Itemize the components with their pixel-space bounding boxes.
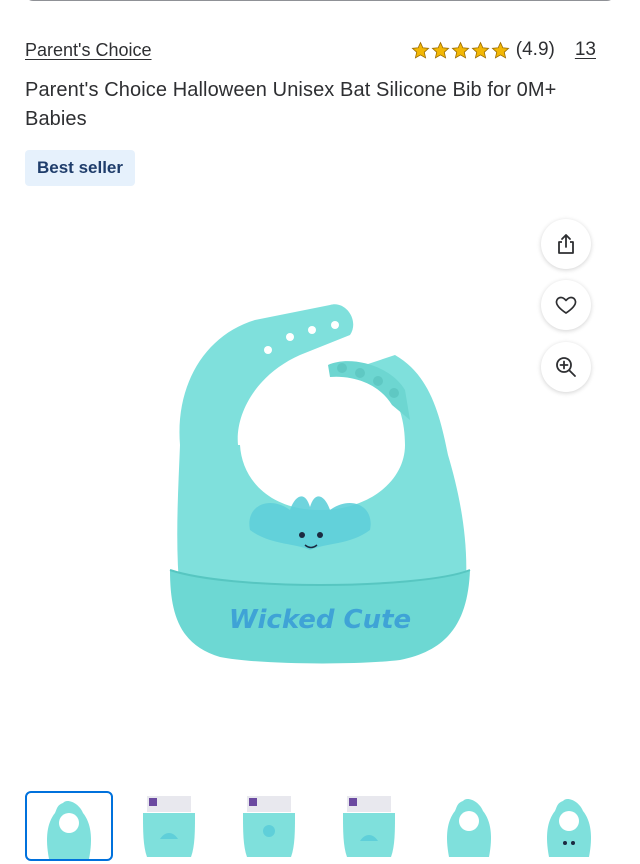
thumbnail-image bbox=[143, 796, 195, 857]
thumbnail-image bbox=[243, 796, 295, 857]
brand-link[interactable]: Parent's Choice bbox=[25, 40, 152, 61]
star-icon bbox=[411, 41, 430, 59]
thumbnail-image bbox=[47, 801, 91, 859]
thumbnail-image bbox=[547, 799, 591, 857]
thumbnail[interactable] bbox=[425, 791, 513, 861]
thumbnail[interactable] bbox=[125, 791, 213, 861]
review-count-link[interactable]: 13 bbox=[575, 39, 596, 61]
search-bar-edge bbox=[25, 0, 615, 1]
zoom-button[interactable] bbox=[541, 342, 591, 392]
star-icon bbox=[451, 41, 470, 59]
brand-rating-row: Parent's Choice (4.9) 13 bbox=[25, 36, 596, 64]
product-title: Parent's Choice Halloween Unisex Bat Sil… bbox=[25, 79, 557, 130]
thumbnail-strip bbox=[25, 791, 625, 861]
bib-illustration: Wicked Cute bbox=[169, 304, 471, 664]
star-icon bbox=[431, 41, 450, 59]
rating-value: (4.9) bbox=[515, 39, 555, 60]
rating[interactable]: (4.9) 13 bbox=[411, 39, 596, 61]
product-image[interactable]: Wicked Cute bbox=[160, 295, 480, 675]
star-icon bbox=[491, 41, 510, 59]
share-button[interactable] bbox=[541, 219, 591, 269]
star-icon bbox=[471, 41, 490, 59]
star-rating bbox=[411, 41, 510, 60]
thumbnail[interactable] bbox=[25, 791, 113, 861]
thumbnail[interactable] bbox=[325, 791, 413, 861]
thumbnail-image bbox=[447, 799, 491, 857]
best-seller-badge: Best seller bbox=[25, 150, 135, 186]
heart-icon bbox=[555, 296, 577, 314]
zoom-in-icon bbox=[556, 357, 576, 377]
share-icon bbox=[558, 234, 574, 254]
favorite-button[interactable] bbox=[541, 280, 591, 330]
thumbnail-image bbox=[343, 796, 395, 857]
thumbnail[interactable] bbox=[225, 791, 313, 861]
bib-print-text: Wicked Cute bbox=[229, 605, 411, 635]
thumbnail[interactable] bbox=[525, 791, 613, 861]
